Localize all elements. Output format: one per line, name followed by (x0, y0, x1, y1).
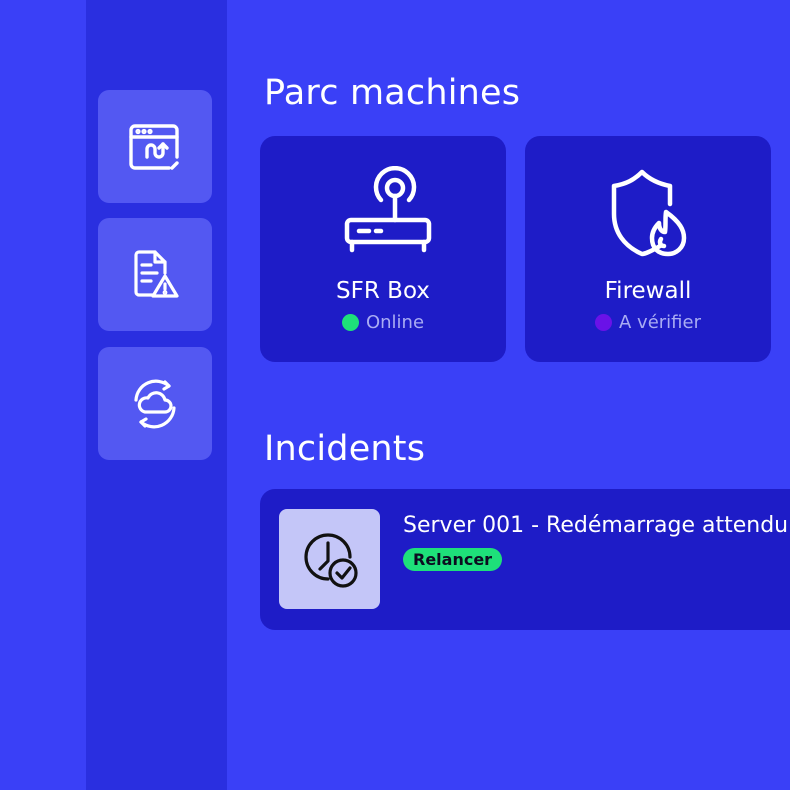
incidents-section-title: Incidents (264, 429, 426, 469)
router-icon (344, 166, 432, 253)
browser-transfer-icon (129, 123, 179, 170)
sidebar-item-alerts[interactable] (98, 218, 212, 331)
status-text: Online (365, 312, 425, 333)
sidebar-item-transfer[interactable] (98, 90, 212, 203)
device-status: Online (260, 312, 506, 333)
incident-row[interactable]: Server 001 - Redémarrage attendu Relance… (260, 489, 790, 630)
sidebar (86, 0, 227, 790)
device-card-sfr-box[interactable]: SFR Box Online (260, 136, 506, 362)
devices-section-title: Parc machines (264, 73, 521, 113)
status-dot (595, 314, 612, 331)
device-name: Firewall (604, 278, 692, 304)
device-status: A vérifier (525, 312, 771, 333)
shield-fire-icon (611, 169, 687, 257)
cloud-sync-icon (134, 379, 176, 428)
sidebar-item-cloud-sync[interactable] (98, 347, 212, 460)
relaunch-button[interactable]: Relancer (403, 548, 503, 571)
clock-check-icon (303, 533, 358, 588)
incident-thumbnail (279, 509, 380, 609)
status-dot (341, 314, 359, 331)
device-card-firewall[interactable]: Firewall A vérifier (525, 136, 771, 362)
document-warning-icon (134, 249, 179, 298)
incident-title: Server 001 - Redémarrage attendu (403, 513, 789, 538)
device-name: SFR Box (336, 278, 430, 304)
status-text: A vérifier (619, 312, 701, 333)
